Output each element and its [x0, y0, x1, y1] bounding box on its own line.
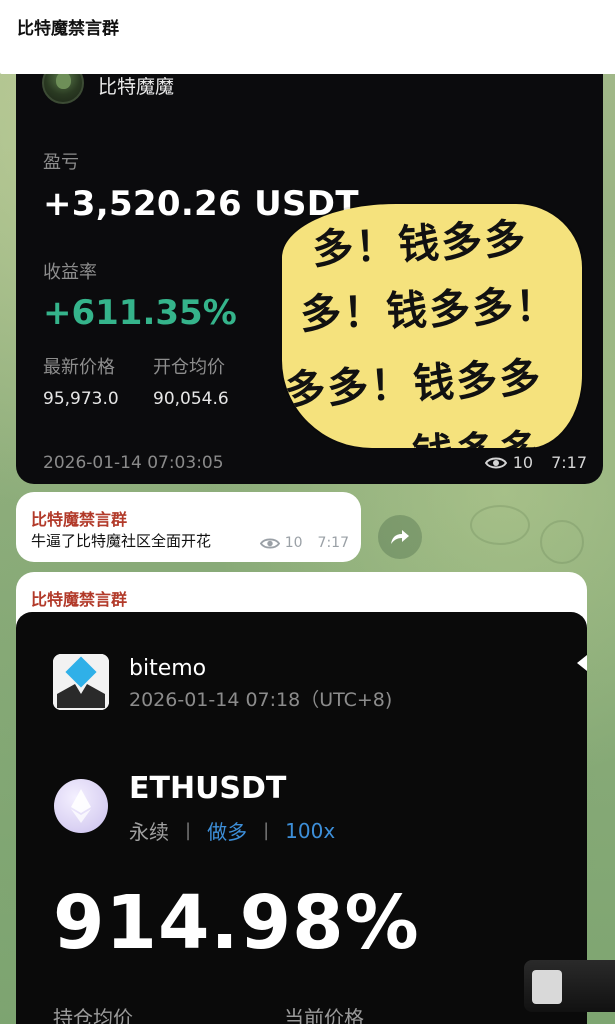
chat-title[interactable]: 比特魔禁言群: [17, 14, 119, 39]
contract-type: 永续: [129, 820, 169, 844]
eth-icon: [54, 779, 108, 833]
separator: |: [185, 820, 192, 841]
direction: 做多: [207, 820, 248, 844]
forward-arrow-icon: [391, 530, 409, 544]
message-time: 7:17: [317, 535, 349, 551]
roi-value: +611.35%: [43, 293, 237, 333]
sticker-text-line: 多！钱多多！: [299, 281, 559, 339]
message-meta: 10 7:17: [484, 453, 587, 472]
scroll-arrow-icon[interactable]: [577, 655, 587, 671]
latest-price-value: 95,973.0: [43, 389, 119, 409]
trade-card-image[interactable]: bitemo 2026-01-14 07:18（UTC+8) ETHUSDT 永…: [16, 612, 587, 1024]
trading-pair: ETHUSDT: [129, 771, 287, 806]
eye-icon: [484, 457, 507, 468]
forward-button[interactable]: [378, 515, 422, 559]
message-meta: 10 7:17: [259, 535, 349, 551]
sender-name[interactable]: 比特魔禁言群: [31, 506, 127, 530]
leverage: 100x: [285, 818, 336, 843]
message-text: 牛逼了比特魔社区全面开花: [31, 532, 212, 550]
sender-name[interactable]: 比特魔禁言群: [31, 586, 127, 610]
avg-hold-label: 持仓均价: [53, 1006, 133, 1024]
message-bubble[interactable]: 比特魔禁言群 牛逼了比特魔社区全面开花 10 7:17: [16, 492, 361, 562]
view-count: 10: [512, 453, 534, 472]
username: 比特魔魔: [98, 76, 175, 98]
separator: |: [263, 820, 270, 841]
floating-widget[interactable]: [524, 960, 615, 1012]
sticker-text-line: 多！钱多多: [311, 214, 529, 274]
bitemo-logo: [53, 654, 109, 710]
sticker-text-line: 多多！钱多多: [283, 353, 544, 415]
message-time: 7:17: [551, 453, 587, 472]
wallpaper-doodle: [470, 505, 530, 545]
eye-icon: [259, 538, 280, 548]
latest-price-label: 最新价格: [43, 357, 115, 378]
sticker-text-line: 钱多多: [411, 416, 542, 448]
avg-open-label: 开仓均价: [153, 357, 225, 378]
view-count: 10: [284, 535, 303, 551]
roi-label: 收益率: [43, 262, 97, 283]
chat-header: 比特魔禁言群: [0, 0, 615, 74]
avg-open-value: 90,054.6: [153, 389, 229, 409]
money-sticker: 多！钱多多 多！钱多多！ 多多！钱多多 钱多多: [282, 204, 582, 448]
app-name: bitemo: [129, 656, 207, 681]
pnl-label: 盈亏: [43, 152, 79, 173]
roi-value: 914.98%: [53, 880, 420, 966]
position-tags: 永续 | 做多 | 100x: [129, 816, 335, 845]
current-price-label: 当前价格: [284, 1006, 364, 1024]
trade-datetime: 2026-01-14 07:18（UTC+8): [129, 689, 393, 711]
pnl-timestamp: 2026-01-14 07:03:05: [43, 453, 224, 473]
wallpaper-doodle: [540, 520, 584, 564]
